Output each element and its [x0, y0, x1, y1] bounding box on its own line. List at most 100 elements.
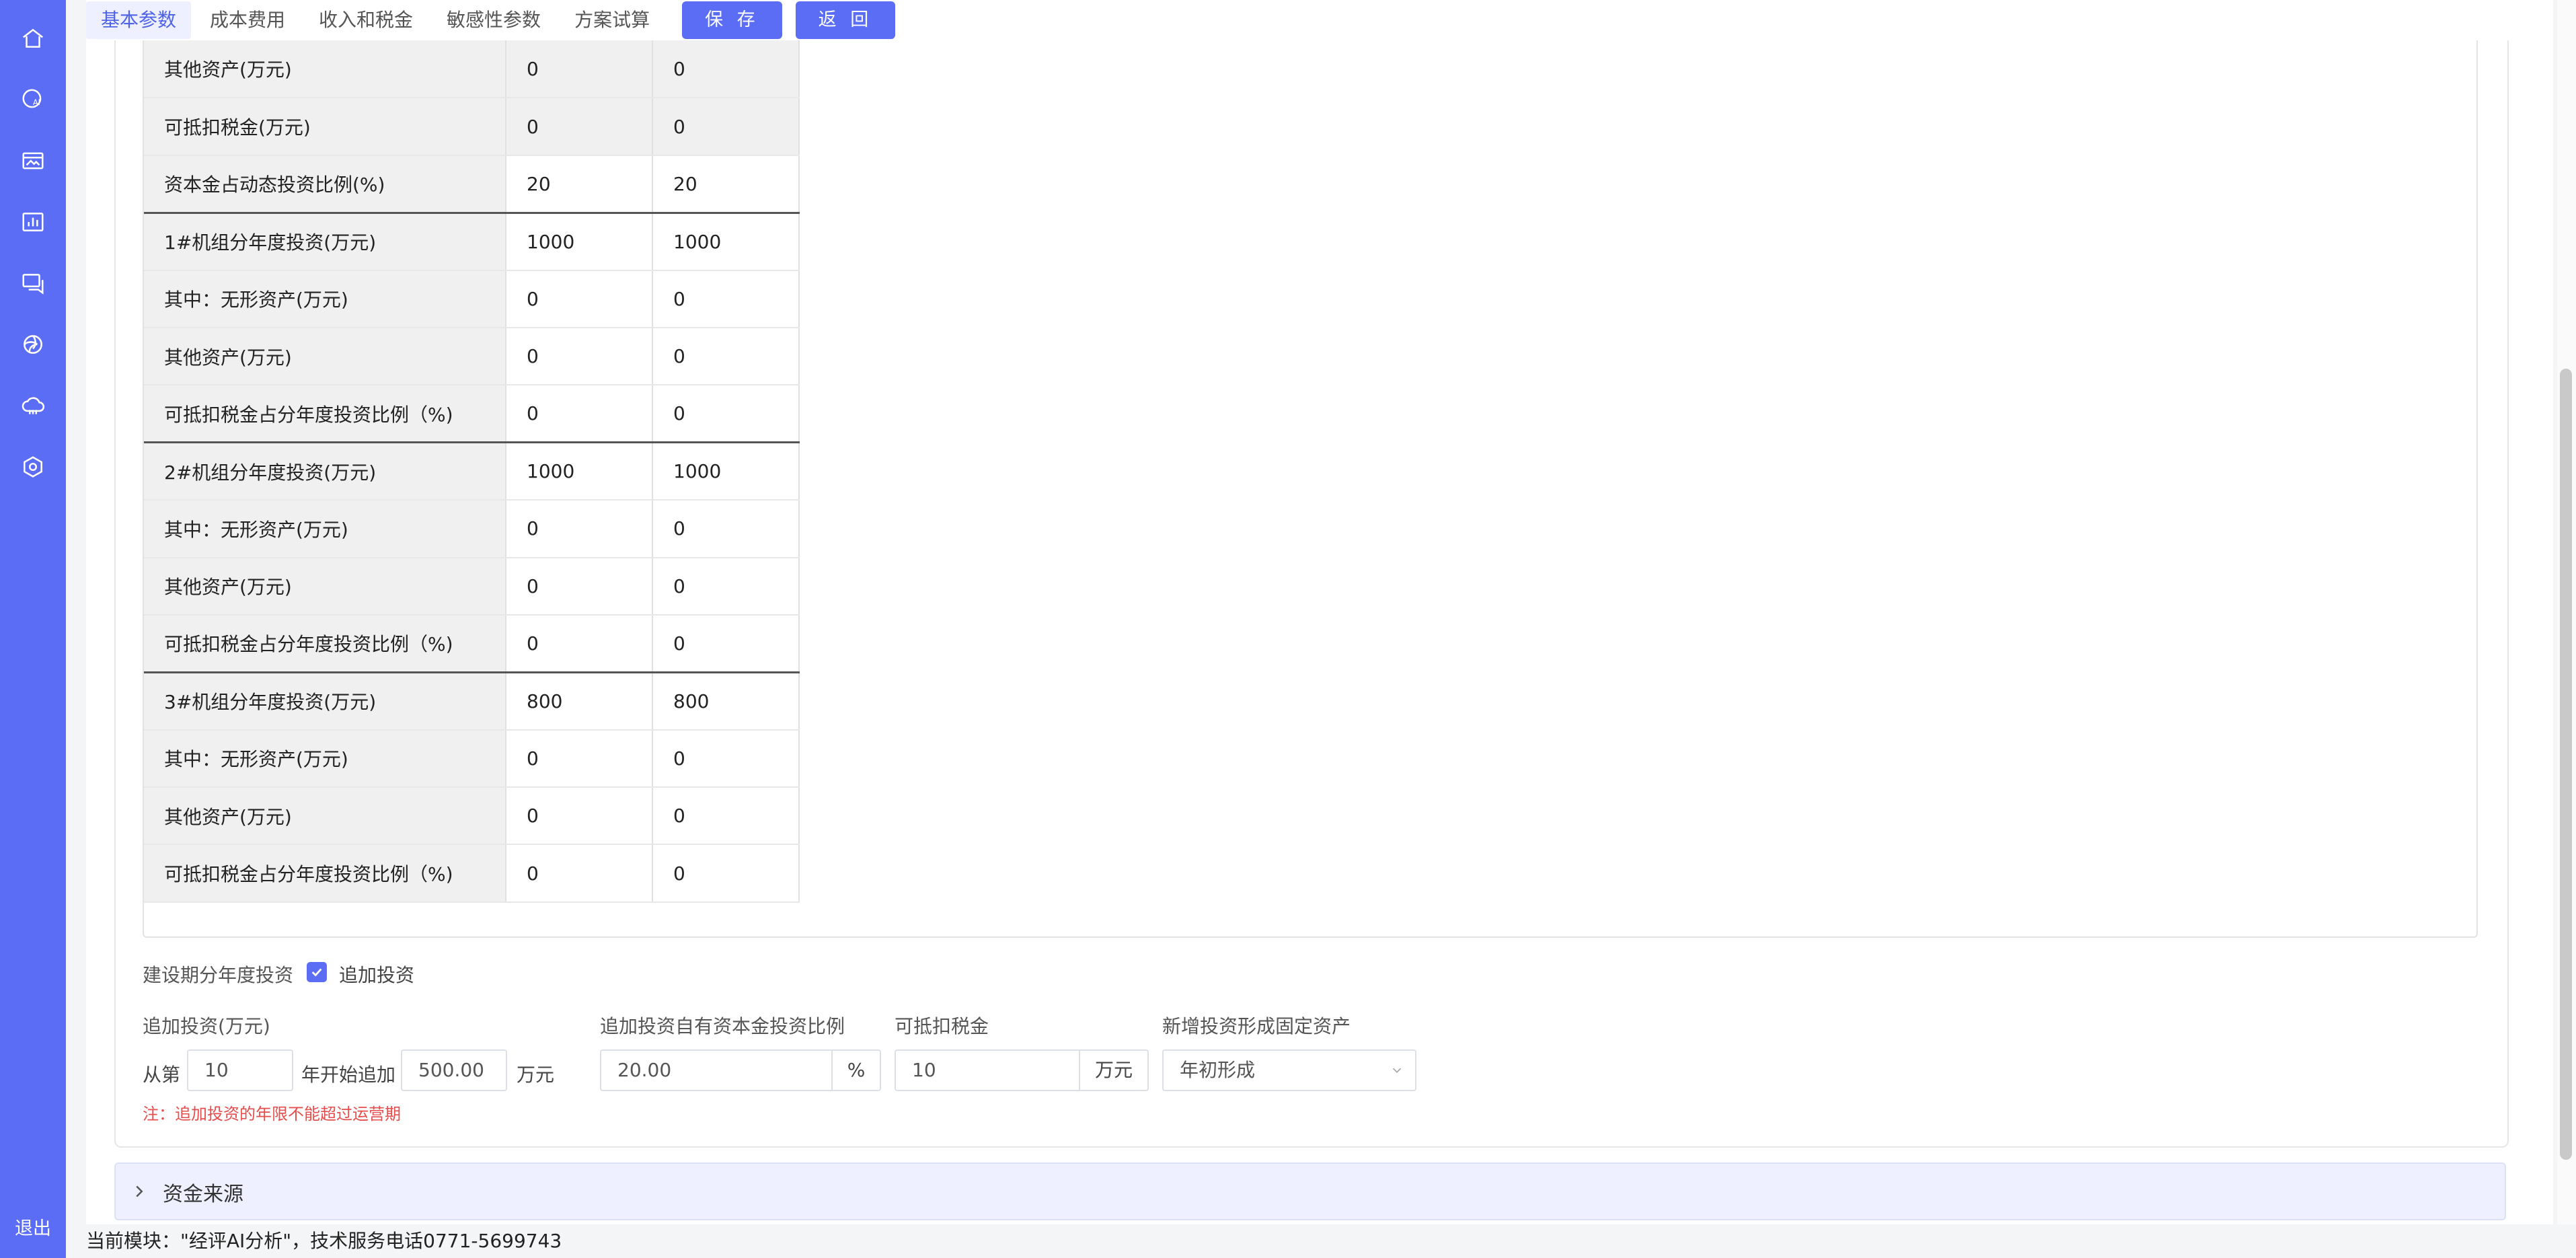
table-row: 其他资产(万元) 0 0 — [144, 40, 800, 99]
value-cell[interactable]: 0 — [506, 385, 653, 444]
value-cell[interactable]: 0 — [506, 557, 653, 616]
value-cell[interactable]: 1000 — [506, 213, 653, 271]
table-row: 2#机组分年度投资(万元) 1000 1000 — [144, 442, 800, 501]
image-icon[interactable] — [19, 147, 47, 175]
back-button[interactable]: 返 回 — [795, 1, 896, 39]
amount-label: 追加投资(万元) — [143, 1015, 270, 1037]
value-cell[interactable]: 0 — [652, 40, 800, 99]
amount-input[interactable]: 500.00 — [401, 1049, 507, 1091]
row-label: 其他资产(万元) — [144, 40, 506, 99]
tab-cost[interactable]: 成本费用 — [195, 1, 300, 39]
ai-analysis-icon[interactable]: AI — [19, 85, 47, 114]
amount-unit: 万元 — [517, 1064, 555, 1086]
value-cell[interactable]: 0 — [652, 557, 800, 616]
table-row: 其中：无形资产(万元) 0 0 — [144, 500, 800, 558]
save-button[interactable]: 保 存 — [682, 1, 782, 39]
message-icon[interactable] — [19, 269, 47, 297]
asset-select-value: 年初形成 — [1180, 1059, 1256, 1081]
table-row: 1#机组分年度投资(万元) 1000 1000 — [144, 213, 800, 271]
tax-label: 可抵扣税金 — [895, 1015, 989, 1037]
table-row: 可抵扣税金占分年度投资比例（%) 0 0 — [144, 614, 800, 673]
investment-table: 其他资产(万元) 0 0 可抵扣税金(万元) 0 0 资本金占动态投资比例(%) 20 20 1#… — [144, 40, 800, 903]
funding-source-panel[interactable]: 资金来源 — [114, 1162, 2506, 1220]
value-cell[interactable]: 800 — [652, 672, 800, 731]
cloud-icon[interactable] — [19, 392, 47, 420]
funding-source-title: 资金来源 — [163, 1183, 243, 1206]
add-investment-checkbox-label: 追加投资 — [339, 964, 415, 986]
scrollbar-thumb[interactable] — [2560, 369, 2572, 1160]
value-cell[interactable]: 0 — [506, 787, 653, 846]
year-suffix: 年开始追加 — [301, 1064, 396, 1086]
settings-icon[interactable] — [19, 453, 47, 481]
main-panel: 基本参数 成本费用 收入和税金 敏感性参数 方案试算 保 存 返 回 其他资产(… — [86, 0, 2553, 1224]
chevron-down-icon — [1392, 1068, 1402, 1074]
from-prefix: 从第 — [143, 1064, 181, 1086]
table-row: 其中：无形资产(万元) 0 0 — [144, 270, 800, 328]
table-row: 可抵扣税金占分年度投资比例（%) 0 0 — [144, 844, 800, 903]
value-cell[interactable]: 0 — [506, 327, 653, 386]
value-cell[interactable]: 0 — [652, 98, 800, 156]
value-cell[interactable]: 0 — [652, 500, 800, 558]
ratio-label: 追加投资自有资本金投资比例 — [600, 1015, 845, 1037]
chevron-right-icon — [136, 1185, 143, 1197]
ratio-unit: % — [833, 1049, 881, 1091]
value-cell[interactable]: 0 — [506, 270, 653, 328]
svg-text:AI: AI — [33, 98, 40, 107]
value-cell[interactable]: 0 — [652, 729, 800, 788]
row-label: 2#机组分年度投资(万元) — [144, 442, 506, 501]
value-cell[interactable]: 0 — [652, 327, 800, 386]
row-label: 其他资产(万元) — [144, 787, 506, 846]
asset-label: 新增投资形成固定资产 — [1162, 1015, 1351, 1037]
limit-note: 注：追加投资的年限不能超过运营期 — [143, 1105, 401, 1123]
tax-input[interactable]: 10 — [895, 1049, 1080, 1091]
value-cell[interactable]: 0 — [506, 500, 653, 558]
table-row: 其他资产(万元) 0 0 — [144, 327, 800, 386]
value-cell[interactable]: 0 — [506, 614, 653, 673]
row-label: 其他资产(万元) — [144, 557, 506, 616]
tab-scheme-trial[interactable]: 方案试算 — [560, 1, 665, 39]
value-cell[interactable]: 0 — [506, 729, 653, 788]
table-row: 3#机组分年度投资(万元) 800 800 — [144, 672, 800, 731]
value-cell[interactable]: 20 — [506, 155, 653, 214]
value-cell[interactable]: 0 — [652, 844, 800, 903]
value-cell[interactable]: 800 — [506, 672, 653, 731]
row-label: 可抵扣税金占分年度投资比例（%) — [144, 614, 506, 673]
value-cell[interactable]: 0 — [506, 844, 653, 903]
value-cell[interactable]: 0 — [652, 614, 800, 673]
investment-table-container: 其他资产(万元) 0 0 可抵扣税金(万元) 0 0 资本金占动态投资比例(%) 20 20 1#… — [143, 40, 2478, 938]
aperture-icon[interactable] — [19, 330, 47, 359]
tab-basic-params[interactable]: 基本参数 — [86, 1, 192, 39]
check-icon — [311, 968, 322, 977]
table-row: 可抵扣税金占分年度投资比例（%) 0 0 — [144, 385, 800, 444]
value-cell[interactable]: 0 — [652, 385, 800, 444]
value-cell[interactable]: 1000 — [652, 442, 800, 501]
value-cell[interactable]: 0 — [652, 787, 800, 846]
tab-bar: 基本参数 成本费用 收入和税金 敏感性参数 方案试算 保 存 返 回 — [86, 0, 2553, 40]
row-label: 其中：无形资产(万元) — [144, 270, 506, 328]
tab-sensitivity[interactable]: 敏感性参数 — [432, 1, 556, 39]
value-cell[interactable]: 0 — [652, 270, 800, 328]
status-bar: 当前模块："经评AI分析"，技术服务电话0771-5699743 — [66, 1224, 2576, 1258]
home-icon[interactable] — [19, 24, 47, 52]
row-label: 资本金占动态投资比例(%) — [144, 155, 506, 214]
row-label: 可抵扣税金占分年度投资比例（%) — [144, 385, 506, 444]
tab-income-tax[interactable]: 收入和税金 — [304, 1, 428, 39]
value-cell[interactable]: 20 — [652, 155, 800, 214]
value-cell[interactable]: 1000 — [506, 442, 653, 501]
ratio-input[interactable]: 20.00 — [600, 1049, 833, 1091]
value-cell[interactable]: 0 — [506, 98, 653, 156]
value-cell[interactable]: 0 — [506, 40, 653, 99]
value-cell[interactable]: 1000 — [652, 213, 800, 271]
chart-icon[interactable] — [19, 208, 47, 236]
row-label: 其中：无形资产(万元) — [144, 500, 506, 558]
section-label: 建设期分年度投资 — [143, 964, 294, 986]
row-label: 可抵扣税金(万元) — [144, 98, 506, 156]
add-investment-checkbox[interactable] — [307, 962, 327, 982]
asset-select[interactable]: 年初形成 — [1162, 1049, 1416, 1091]
investment-card: 其他资产(万元) 0 0 可抵扣税金(万元) 0 0 资本金占动态投资比例(%) 20 20 1#… — [114, 40, 2509, 1148]
start-year-input[interactable]: 10 — [187, 1049, 293, 1091]
row-label: 其他资产(万元) — [144, 327, 506, 386]
logout-button[interactable]: 退出 — [0, 1214, 66, 1240]
table-row: 其他资产(万元) 0 0 — [144, 787, 800, 846]
table-row: 其中：无形资产(万元) 0 0 — [144, 729, 800, 788]
